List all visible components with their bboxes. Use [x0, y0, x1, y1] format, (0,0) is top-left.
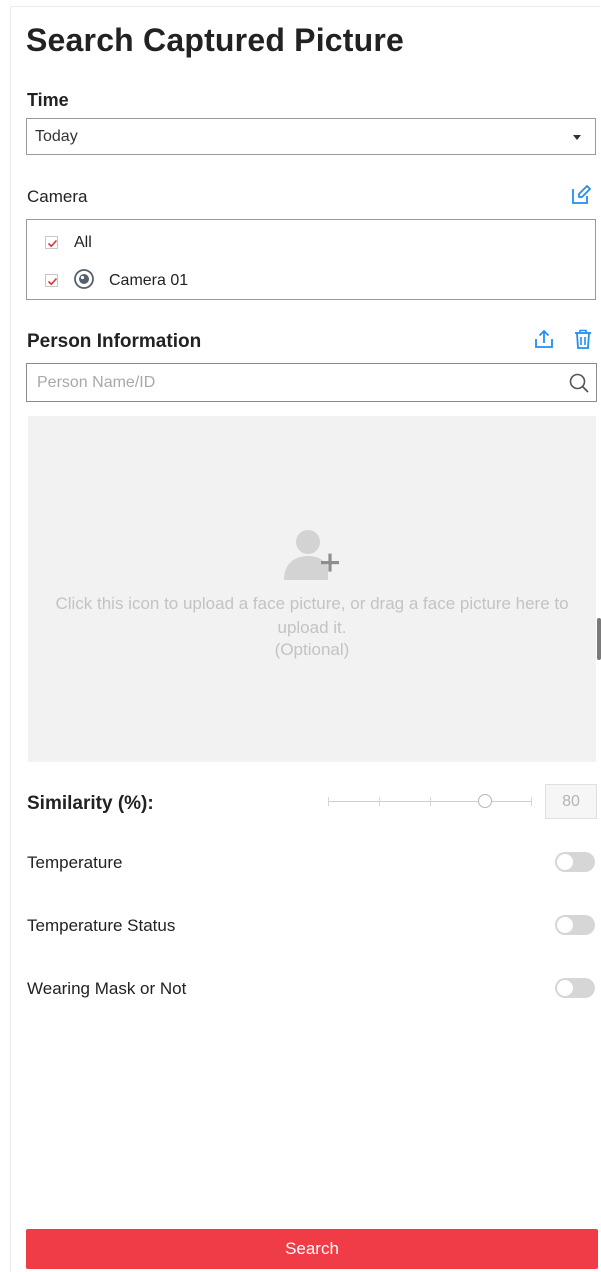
time-label: Time — [27, 90, 69, 110]
camera-icon — [74, 269, 94, 289]
person-info-label: Person Information — [27, 331, 202, 352]
camera-all-checkbox[interactable] — [45, 236, 58, 249]
person-search-input[interactable] — [28, 365, 567, 400]
similarity-label: Similarity (%): — [27, 793, 154, 814]
face-upload-area[interactable]: Click this icon to upload a face picture… — [28, 416, 596, 762]
search-icon[interactable] — [568, 372, 590, 394]
similarity-slider[interactable] — [328, 792, 532, 812]
slider-tick — [379, 797, 380, 806]
temperature-toggle[interactable] — [555, 852, 595, 872]
trash-icon[interactable] — [572, 328, 594, 350]
camera-list: All Camera 01 — [26, 219, 596, 300]
slider-tick — [531, 797, 532, 806]
temperature-status-label: Temperature Status — [27, 916, 176, 935]
camera-label: Camera — [27, 187, 88, 206]
upload-icon[interactable] — [533, 328, 555, 350]
add-person-icon[interactable] — [282, 524, 346, 582]
scrollbar-thumb[interactable] — [597, 618, 601, 660]
time-select[interactable]: Today — [26, 118, 596, 155]
camera-01-checkbox[interactable] — [45, 274, 58, 287]
person-search-box — [26, 363, 597, 402]
camera-item-all-label: All — [74, 234, 92, 251]
search-button[interactable]: Search — [26, 1229, 598, 1269]
slider-tick — [328, 797, 329, 806]
mask-label: Wearing Mask or Not — [27, 979, 187, 998]
page-title: Search Captured Picture — [26, 22, 405, 58]
mask-toggle[interactable] — [555, 978, 595, 998]
chevron-down-icon — [573, 135, 581, 140]
time-select-value: Today — [35, 128, 78, 145]
slider-tick — [430, 797, 431, 806]
temperature-label: Temperature — [27, 853, 123, 872]
check-icon — [47, 277, 58, 286]
temperature-status-toggle[interactable] — [555, 915, 595, 935]
slider-thumb[interactable] — [478, 794, 492, 808]
check-icon — [47, 239, 58, 248]
camera-item-01-label: Camera 01 — [109, 272, 189, 289]
edit-icon[interactable] — [570, 184, 592, 206]
similarity-value[interactable]: 80 — [545, 784, 597, 819]
upload-optional-text: (Optional) — [274, 640, 350, 659]
upload-hint-text: Click this icon to upload a face picture… — [55, 594, 569, 637]
